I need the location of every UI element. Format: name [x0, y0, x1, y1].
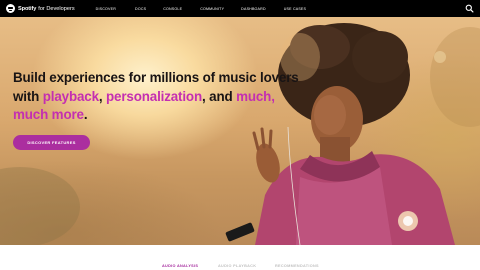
headline-separator: , and	[202, 88, 237, 104]
discover-features-button[interactable]: DISCOVER FEATURES	[13, 135, 90, 150]
nav-link-dashboard[interactable]: DASHBOARD	[241, 7, 266, 11]
spotify-logo[interactable]: Spotify for Developers	[6, 0, 75, 17]
tab-audio-playback[interactable]: AUDIO PLAYBACK	[218, 264, 256, 268]
highlight-playback: playback	[42, 88, 99, 104]
tab-label: AUDIO ANALYSIS	[162, 264, 199, 268]
spotify-icon	[6, 4, 15, 13]
nav-link-discover[interactable]: DISCOVER	[96, 7, 116, 11]
hero-banner: Build experiences for millions of music …	[0, 17, 480, 245]
feature-tabs: AUDIO ANALYSIS AUDIO PLAYBACK RECOMMENDA…	[0, 245, 480, 270]
highlight-personalization: personalization	[106, 88, 202, 104]
brand-suffix: for Developers	[38, 5, 75, 12]
tab-label: RECOMMENDATIONS	[275, 264, 319, 268]
hero-headline: Build experiences for millions of music …	[13, 69, 303, 125]
headline-period: .	[83, 107, 88, 123]
nav-link-use-cases[interactable]: USE CASES	[284, 7, 306, 11]
hero-photo	[0, 23, 480, 245]
top-nav: Spotify for Developers DISCOVER DOCS CON…	[0, 0, 480, 17]
nav-link-community[interactable]: COMMUNITY	[200, 7, 224, 11]
nav-link-docs[interactable]: DOCS	[135, 7, 146, 11]
brand-name: Spotify	[18, 5, 37, 12]
tab-label: AUDIO PLAYBACK	[218, 264, 257, 268]
tab-audio-analysis[interactable]: AUDIO ANALYSIS	[162, 264, 198, 268]
nav-links: DISCOVER DOCS CONSOLE COMMUNITY DASHBOAR…	[96, 7, 306, 11]
nav-link-console[interactable]: CONSOLE	[163, 7, 182, 11]
tab-recommendations[interactable]: RECOMMENDATIONS	[275, 264, 319, 268]
search-icon[interactable]	[465, 4, 474, 13]
headline-separator: ,	[98, 88, 107, 104]
